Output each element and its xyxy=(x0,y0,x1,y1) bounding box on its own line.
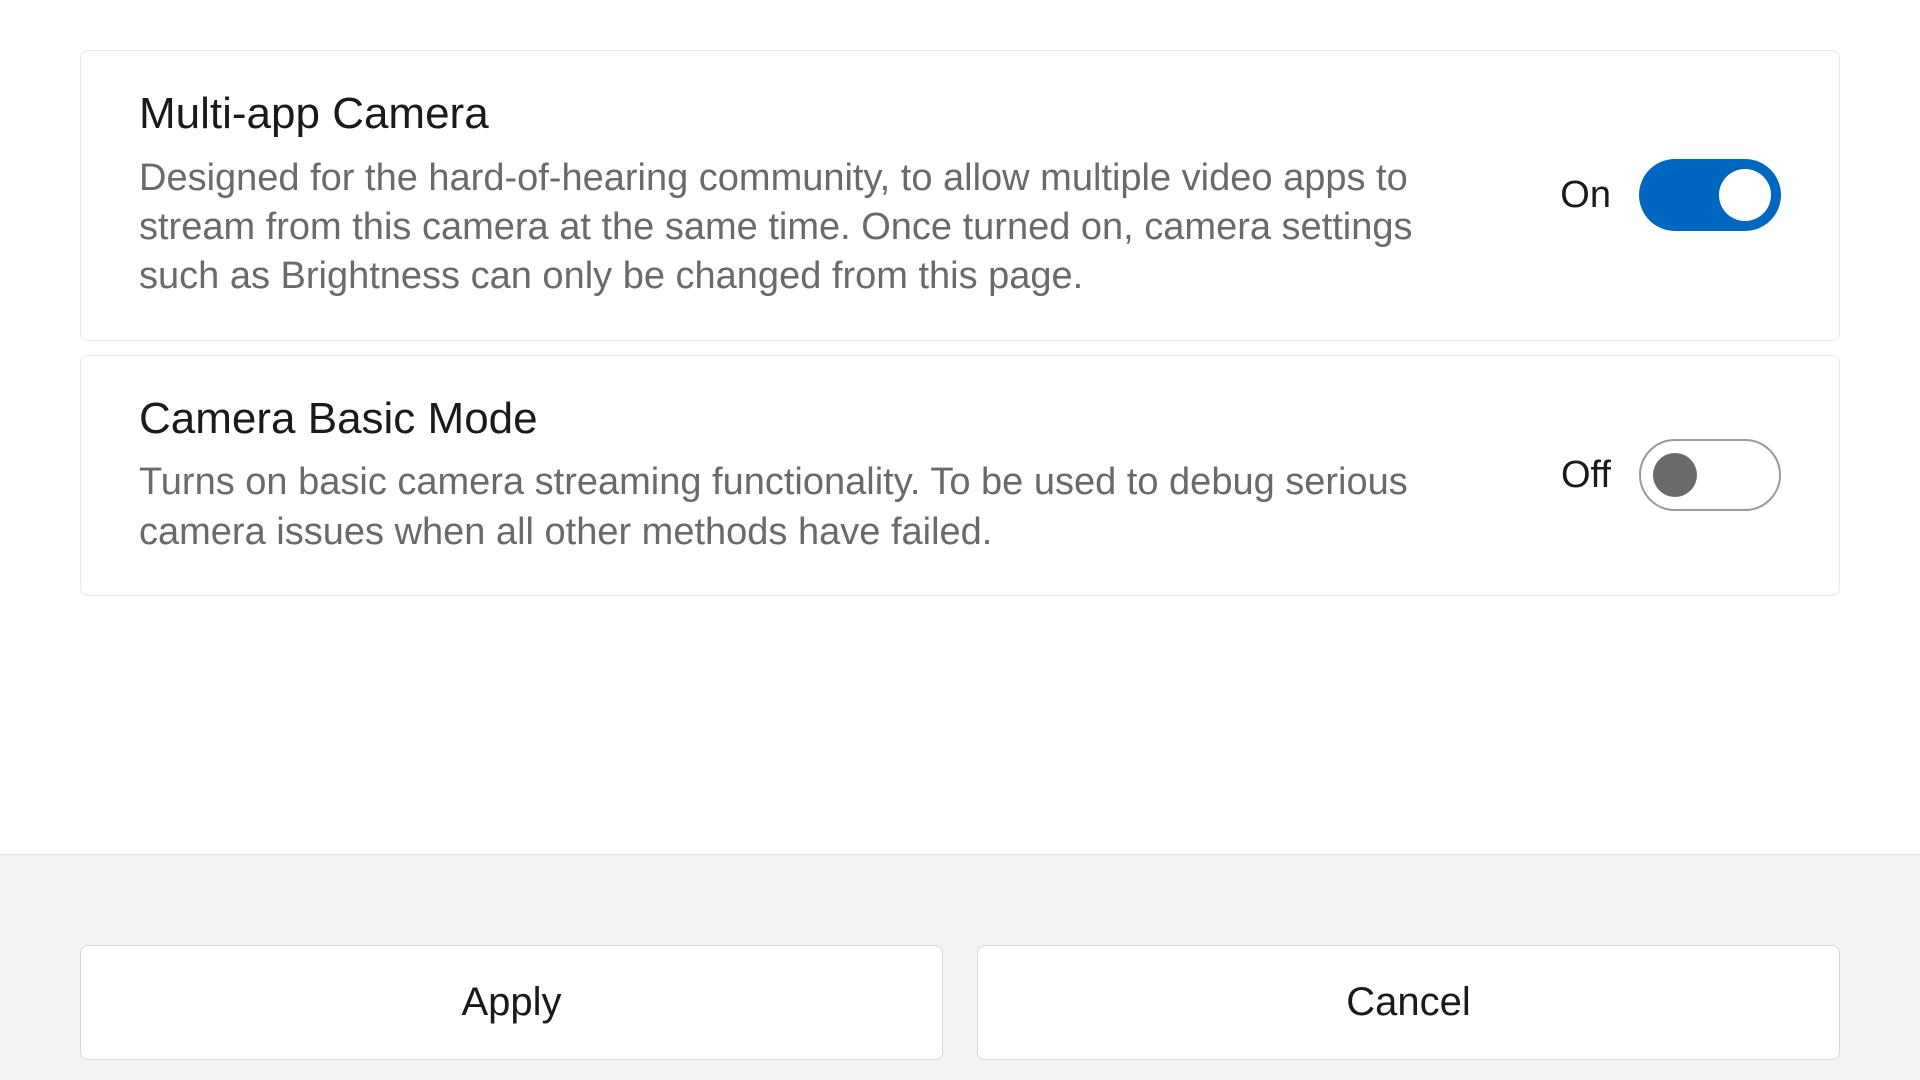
setting-card-multi-app-camera: Multi-app Camera Designed for the hard-o… xyxy=(80,50,1840,341)
setting-title: Camera Basic Mode xyxy=(139,394,1501,445)
toggle-container: On xyxy=(1560,159,1781,231)
setting-card-camera-basic-mode: Camera Basic Mode Turns on basic camera … xyxy=(80,355,1840,596)
toggle-knob-icon xyxy=(1653,453,1697,497)
apply-button[interactable]: Apply xyxy=(80,945,943,1060)
toggle-state-label: On xyxy=(1560,174,1611,217)
toggle-container: Off xyxy=(1561,439,1781,511)
cancel-button[interactable]: Cancel xyxy=(977,945,1840,1060)
setting-title: Multi-app Camera xyxy=(139,89,1500,140)
dialog-footer: Apply Cancel xyxy=(0,854,1920,1080)
settings-content: Multi-app Camera Designed for the hard-o… xyxy=(0,0,1920,854)
setting-text: Camera Basic Mode Turns on basic camera … xyxy=(139,394,1501,557)
toggle-knob-icon xyxy=(1719,169,1771,221)
toggle-state-label: Off xyxy=(1561,454,1611,497)
camera-basic-mode-toggle[interactable] xyxy=(1639,439,1781,511)
setting-description: Designed for the hard-of-hearing communi… xyxy=(139,154,1469,302)
setting-text: Multi-app Camera Designed for the hard-o… xyxy=(139,89,1500,302)
multi-app-camera-toggle[interactable] xyxy=(1639,159,1781,231)
setting-description: Turns on basic camera streaming function… xyxy=(139,458,1469,557)
